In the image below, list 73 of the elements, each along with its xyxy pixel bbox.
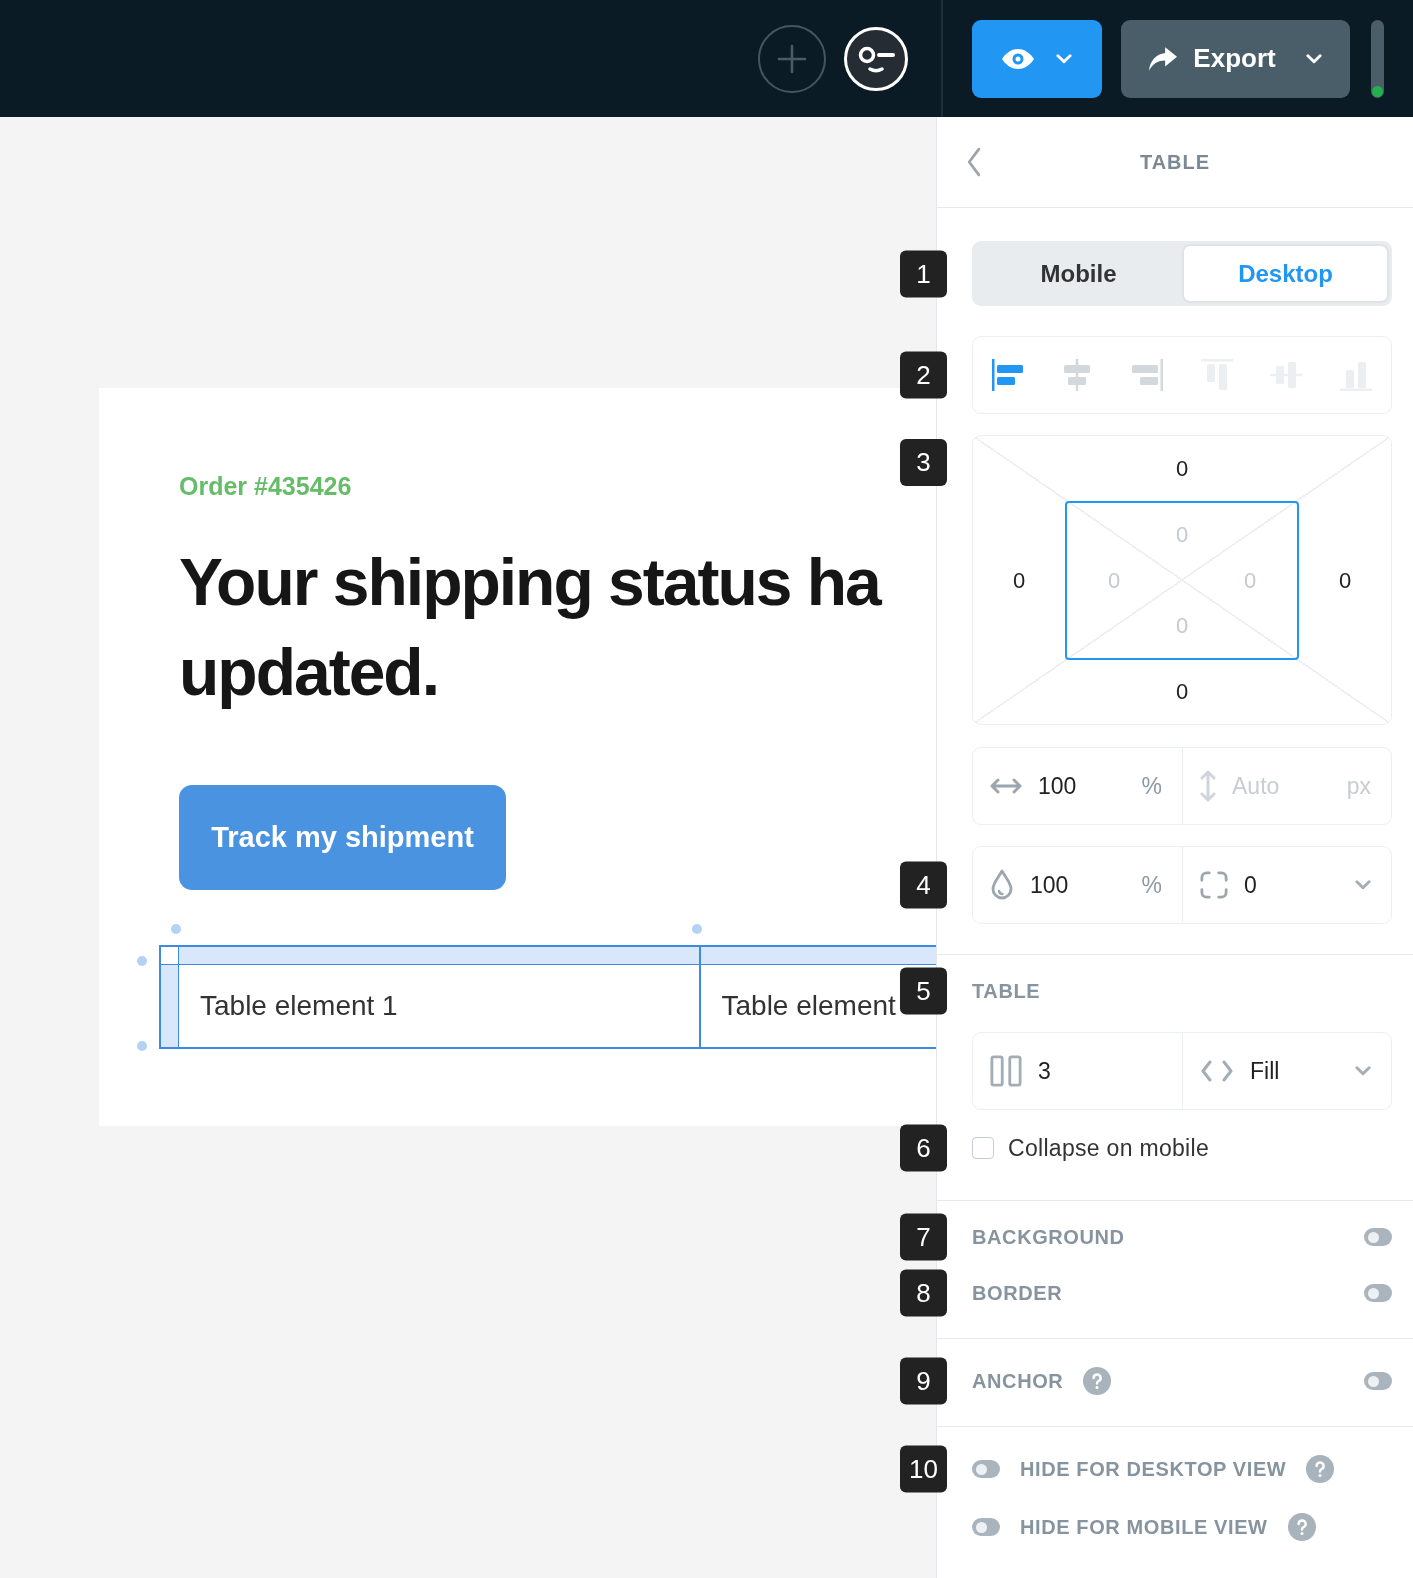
- step-number-badge: 3: [900, 439, 947, 486]
- device-tab[interactable]: Mobile: [975, 244, 1182, 303]
- step-number-badge: 10: [900, 1445, 947, 1493]
- share-arrow-icon: [1149, 46, 1178, 71]
- margin-value[interactable]: 0: [1175, 679, 1189, 705]
- row-selector[interactable]: [160, 965, 178, 1047]
- table-corner-selector[interactable]: [160, 946, 178, 964]
- margin-value[interactable]: 0: [1012, 567, 1026, 594]
- headline-text: updated.: [179, 634, 438, 711]
- columns-icon: [990, 1055, 1022, 1087]
- section-heading: TABLE: [972, 980, 1041, 1002]
- align-left-icon[interactable]: [990, 358, 1025, 392]
- section-heading: BORDER: [972, 1281, 1063, 1305]
- chevron-left-icon: [966, 147, 981, 177]
- unit-label: %: [1141, 772, 1162, 800]
- toggle-switch[interactable]: [972, 1518, 1000, 1536]
- column-selector[interactable]: [700, 946, 936, 964]
- radius-input[interactable]: 0: [1244, 871, 1269, 899]
- order-number: Order #435426: [179, 471, 352, 501]
- back-button[interactable]: [966, 147, 981, 177]
- unit-label: %: [1141, 871, 1162, 899]
- opacity-input[interactable]: 100: [1030, 871, 1081, 899]
- vertical-arrows-icon: [1200, 770, 1216, 802]
- panel-title: TABLE: [1139, 150, 1211, 174]
- add-button[interactable]: [758, 24, 826, 93]
- toggle-switch[interactable]: [1364, 1228, 1392, 1246]
- step-number-badge: 7: [900, 1213, 947, 1261]
- code-brackets-icon: [1200, 1060, 1234, 1082]
- checkbox-label: Collapse on mobile: [1008, 1134, 1209, 1162]
- column-selector[interactable]: [179, 946, 699, 964]
- align-right-icon[interactable]: [1130, 358, 1165, 392]
- step-number-badge: 5: [900, 967, 947, 1015]
- preview-button[interactable]: [972, 19, 1102, 98]
- toggle-switch[interactable]: [1364, 1372, 1392, 1390]
- step-number-badge: 6: [900, 1124, 947, 1172]
- eye-icon: [1002, 48, 1034, 69]
- horizontal-arrows-icon: [990, 778, 1022, 794]
- plus-icon: [777, 43, 807, 74]
- section-heading: ANCHOR: [972, 1369, 1064, 1393]
- corner-radius-icon: [1200, 871, 1228, 899]
- chevron-down-icon[interactable]: [1355, 880, 1371, 890]
- section-heading: HIDE FOR DESKTOP VIEW: [1020, 1457, 1287, 1481]
- resize-handle[interactable]: [692, 924, 702, 934]
- export-button[interactable]: Export: [1121, 19, 1350, 98]
- step-number-badge: 1: [900, 250, 947, 297]
- toggle-switch[interactable]: [972, 1460, 1000, 1478]
- margin-value[interactable]: 0: [1175, 455, 1189, 482]
- avatar-icon[interactable]: [844, 26, 908, 91]
- step-number-badge: 2: [900, 351, 947, 399]
- table-cell[interactable]: Table element 1: [179, 965, 699, 1047]
- resize-handle[interactable]: [137, 956, 147, 966]
- section-heading: HIDE FOR MOBILE VIEW: [1020, 1515, 1268, 1539]
- collapse-checkbox[interactable]: [972, 1137, 994, 1159]
- chevron-down-icon: [1056, 53, 1072, 64]
- chevron-down-icon: [1305, 53, 1322, 64]
- section-heading: BACKGROUND: [972, 1225, 1125, 1249]
- chevron-down-icon: [1355, 1066, 1371, 1076]
- margin-value[interactable]: 0: [1338, 567, 1352, 594]
- resize-handle[interactable]: [137, 1041, 147, 1051]
- help-icon[interactable]: [1306, 1455, 1335, 1483]
- headline-text: Your shipping status ha: [179, 544, 880, 621]
- step-number-badge: 9: [900, 1357, 947, 1405]
- step-number-badge: 8: [900, 1269, 947, 1317]
- width-input[interactable]: 100: [1038, 772, 1089, 800]
- droplet-icon: [990, 869, 1014, 901]
- help-icon[interactable]: [1287, 1513, 1316, 1541]
- toggle-switch[interactable]: [1364, 1284, 1392, 1302]
- width-mode-dropdown[interactable]: Fill: [1250, 1057, 1371, 1085]
- step-number-badge: 4: [900, 861, 947, 909]
- help-icon[interactable]: [1083, 1367, 1112, 1395]
- columns-input[interactable]: 3: [1038, 1057, 1063, 1085]
- resize-handle[interactable]: [171, 924, 181, 934]
- status-indicator-icon: [1371, 19, 1384, 98]
